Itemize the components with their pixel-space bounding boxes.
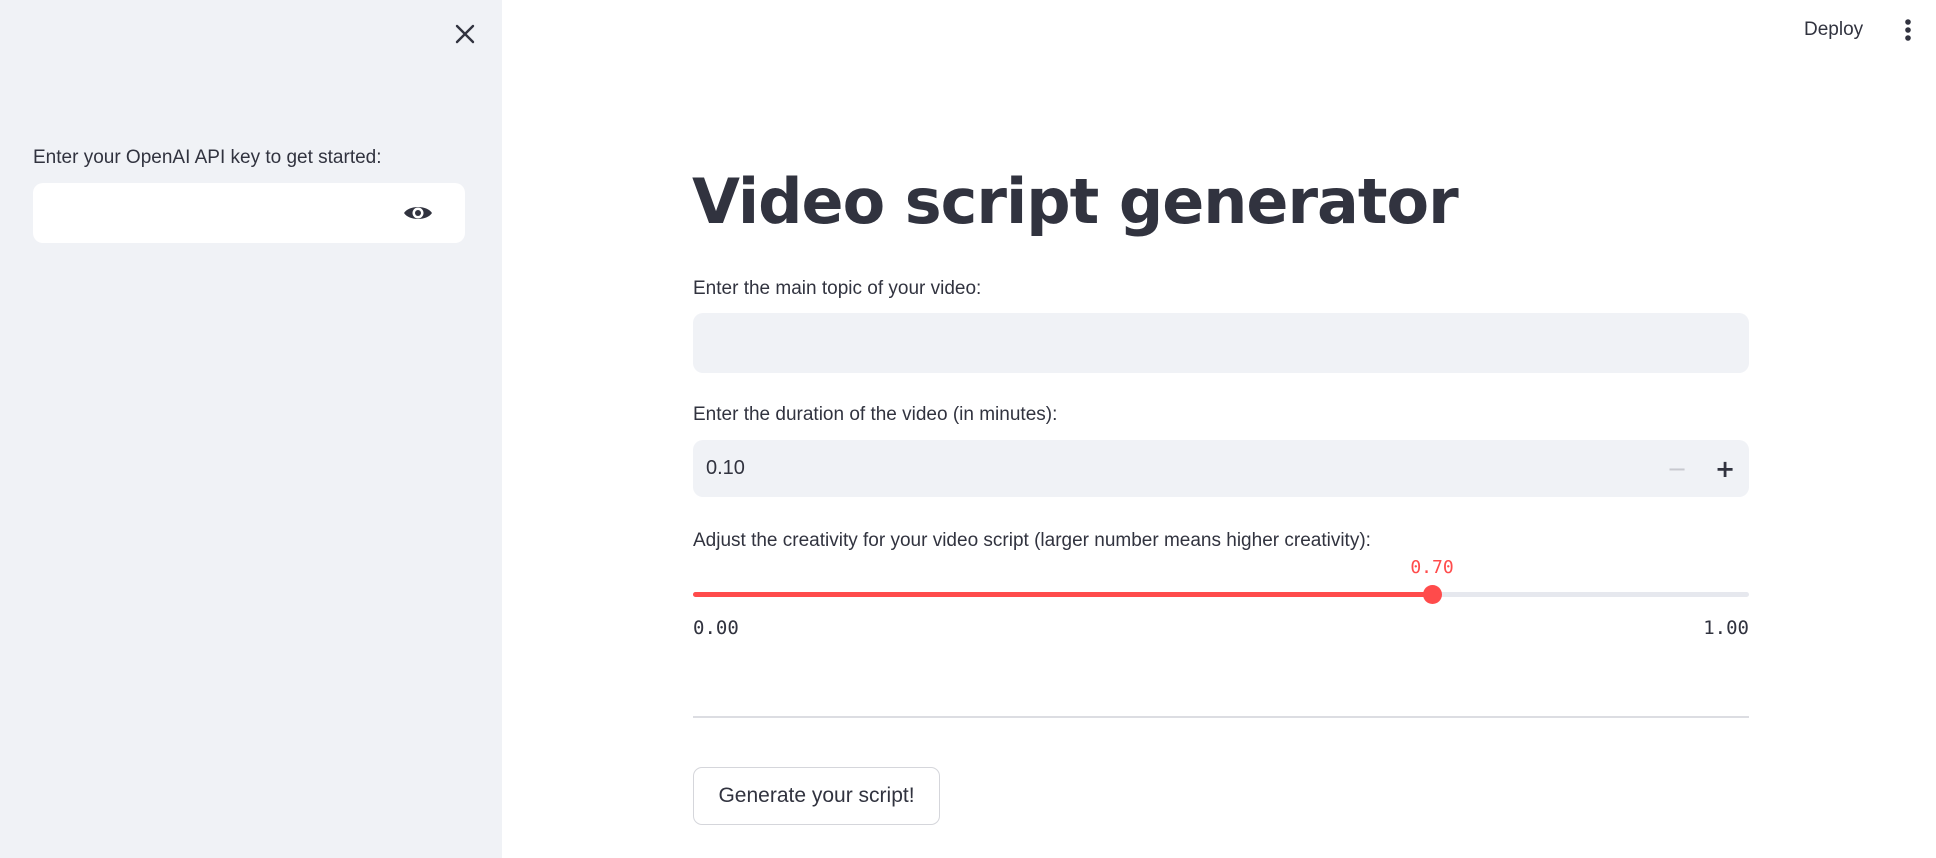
vertical-dots-icon [1905,19,1911,41]
duration-number-input: − + [693,440,1749,497]
sidebar: Enter your OpenAI API key to get started… [0,0,502,858]
show-password-button[interactable] [399,194,437,232]
duration-label: Enter the duration of the video (in minu… [693,404,1058,425]
creativity-slider-min: 0.00 [693,617,739,639]
api-key-input[interactable] [33,183,403,243]
close-sidebar-button[interactable] [448,17,482,51]
topic-label: Enter the main topic of your video: [693,278,982,299]
api-key-label: Enter your OpenAI API key to get started… [33,147,382,168]
creativity-slider-max: 1.00 [1703,617,1749,639]
page-title: Video script generator [692,165,1459,238]
close-icon [455,24,475,44]
creativity-slider-fill [693,592,1432,597]
creativity-slider-thumb[interactable] [1423,585,1442,604]
main-menu-button[interactable] [1892,12,1924,48]
duration-increment-button[interactable]: + [1701,440,1749,497]
topic-input[interactable] [693,313,1749,373]
duration-input[interactable] [693,440,1633,497]
api-key-field [33,183,465,243]
app-root: Enter your OpenAI API key to get started… [0,0,1936,858]
duration-decrement-button[interactable]: − [1653,440,1701,497]
creativity-slider-track[interactable] [693,585,1749,604]
generate-script-button[interactable]: Generate your script! [693,767,940,825]
divider [693,716,1749,718]
creativity-value-text: 0.70 [1410,557,1454,578]
deploy-button[interactable]: Deploy [1792,12,1875,48]
eye-icon [404,207,432,219]
creativity-label: Adjust the creativity for your video scr… [693,530,1371,551]
